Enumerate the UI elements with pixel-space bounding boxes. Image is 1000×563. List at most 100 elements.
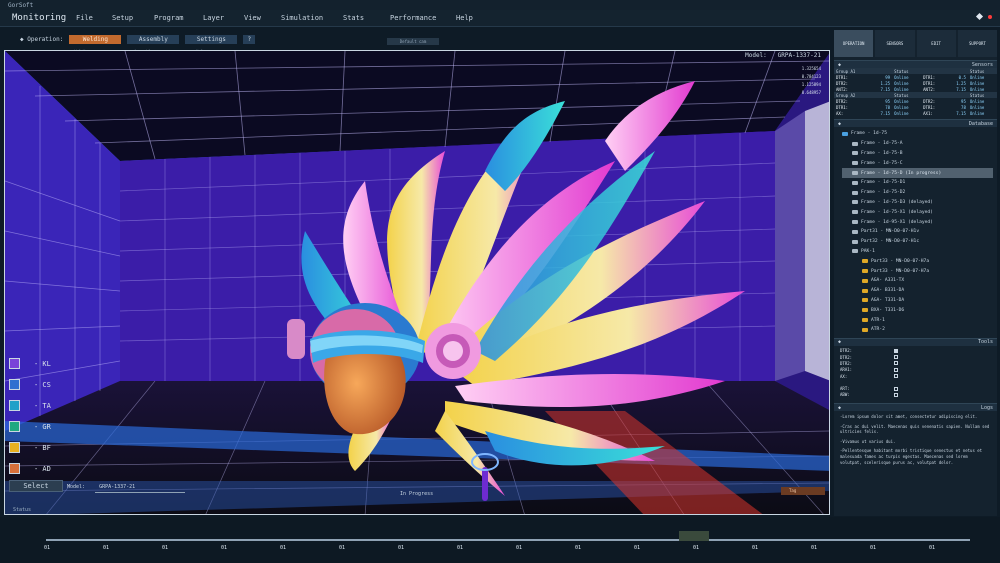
database-item[interactable]: BXA- T331-D6	[842, 305, 993, 315]
menu-stats[interactable]: Stats	[343, 14, 364, 22]
folder-icon	[852, 249, 858, 254]
database-item[interactable]: Frame - 1d-75-B	[842, 149, 993, 159]
database-item[interactable]: ATR-1	[842, 315, 993, 325]
tag-badge[interactable]: Tag	[781, 487, 825, 495]
database-item[interactable]: Frame - 1d-75-A	[842, 139, 993, 149]
menu-performance[interactable]: Performance	[390, 14, 436, 22]
database-item-label: Frame - 1d-75-A	[861, 141, 903, 147]
tool-checkbox[interactable]	[894, 367, 898, 372]
sensors-header[interactable]: ◆ Sensors	[834, 60, 997, 68]
database-item[interactable]: Frame - 1d-75-D2	[842, 188, 993, 198]
tools-header[interactable]: ◆ Tools	[834, 337, 997, 346]
database-item-label: Part31 - MN-D0-07-H1v	[861, 229, 920, 235]
legend-item[interactable]: - BF	[9, 437, 51, 458]
diamond-icon: ◆	[838, 339, 842, 346]
legend-item[interactable]: - TA	[9, 395, 51, 416]
tool-checkbox[interactable]	[894, 355, 898, 360]
database-item[interactable]: Part33 - MN-D0-07-H7a	[842, 266, 993, 276]
database-item[interactable]: Frame - 1d-75	[842, 129, 993, 139]
status-label: Status	[13, 507, 32, 513]
database-header[interactable]: ◆ Database	[834, 119, 997, 127]
app-window: GorSoft Monitoring File Setup Program La…	[0, 0, 1000, 563]
legend-item[interactable]: - GR	[9, 416, 51, 437]
settings-button[interactable]: Settings	[185, 34, 238, 44]
scene-render	[5, 51, 829, 514]
tab-support[interactable]: SUPPORT	[957, 30, 997, 57]
database-item[interactable]: Frame - 1d-75-C	[842, 158, 993, 168]
joystick-handle[interactable]	[482, 467, 488, 501]
model-field-underline	[95, 492, 185, 493]
folder-icon	[852, 229, 858, 234]
database-item[interactable]: Frame - 1d-75-D1	[842, 178, 993, 188]
database-title: Database	[968, 120, 993, 127]
tab-edit[interactable]: EDIT	[916, 30, 956, 57]
database-item[interactable]: Frame - 1d-75-D3 (delayed)	[842, 198, 993, 208]
tool-row: ABW:	[840, 392, 991, 398]
folder-icon	[852, 210, 858, 215]
menu-file[interactable]: File	[76, 14, 93, 22]
database-item[interactable]: Frame - 1d-75-X1 (delayed)	[842, 207, 993, 217]
tool-label: DTR2:	[840, 348, 853, 354]
menu-program[interactable]: Program	[154, 14, 184, 22]
select-button[interactable]: Select	[9, 480, 63, 492]
tools-title: Tools	[977, 339, 993, 346]
welding-button[interactable]: Welding	[69, 34, 122, 44]
database-item[interactable]: Part33 - MN-D0-07-H7a	[842, 256, 993, 266]
help-button[interactable]: ?	[243, 34, 256, 44]
menu-layer[interactable]: Layer	[203, 14, 224, 22]
tools-list: DTR2: DTR2: DTR2: ARA1: AX: ART: ABW:	[834, 346, 997, 400]
menu-setup[interactable]: Setup	[112, 14, 133, 22]
readout-value: 1.125894	[801, 82, 821, 87]
readout-value: 0.784123	[801, 74, 821, 79]
tool-checkbox[interactable]	[894, 374, 898, 379]
menu-help[interactable]: Help	[456, 14, 473, 22]
timeline-track[interactable]	[46, 539, 970, 541]
timeline-tick-label: 01	[339, 545, 346, 551]
database-item[interactable]: ATR-2	[842, 325, 993, 335]
title-bar: GorSoft	[0, 0, 1000, 10]
database-item[interactable]: AGA- A331-TX	[842, 276, 993, 286]
timeline-tick-label: 01	[103, 545, 110, 551]
assembly-button[interactable]: Assembly	[127, 34, 180, 44]
legend-swatch	[9, 358, 20, 369]
database-item[interactable]: Frame - 1d-95-X1 (delayed)	[842, 217, 993, 227]
database-item-label: PAK-1	[861, 248, 875, 254]
database-item-label: ATR-2	[871, 327, 885, 333]
database-item-label: Frame - 1d-75-X1 (delayed)	[861, 209, 933, 215]
color-legend: - KL - CS - TA - GR - BF - AD	[9, 353, 51, 479]
folder-icon	[852, 239, 858, 244]
tab-operation[interactable]: OPERATION	[834, 30, 874, 57]
database-item-label: Part33 - MN-D0-07-H7a	[871, 258, 930, 264]
menu-view[interactable]: View	[244, 14, 261, 22]
close-icon[interactable]	[988, 14, 992, 19]
tool-checkbox[interactable]	[894, 392, 898, 397]
legend-item[interactable]: - AD	[9, 458, 51, 479]
logs-header[interactable]: ◆ Logs	[834, 403, 997, 412]
folder-icon	[862, 308, 868, 313]
restore-icon[interactable]	[975, 12, 984, 21]
database-item[interactable]: PAK-1	[842, 247, 993, 257]
joystick-ring[interactable]	[471, 453, 499, 471]
tool-checkbox[interactable]	[894, 361, 898, 366]
tool-checkbox[interactable]	[894, 348, 898, 353]
operation-label: ◆ Operation:	[20, 35, 64, 43]
legend-swatch	[9, 442, 20, 453]
database-item[interactable]: AGA- T331-DA	[842, 296, 993, 306]
timeline-scrubber[interactable]	[679, 531, 709, 541]
tab-sensors[interactable]: SENSORS	[875, 30, 915, 57]
tool-checkbox[interactable]	[894, 386, 898, 391]
legend-item[interactable]: - CS	[9, 374, 51, 395]
database-item[interactable]: Part31 - MN-D0-07-H1v	[842, 227, 993, 237]
log-entry: -Lorem ipsum dolor sit amet, consectetur…	[840, 414, 978, 420]
database-item[interactable]: Frame - 1d-75-D (In progress)	[842, 168, 993, 178]
default-cam-button[interactable]: Default cam	[387, 38, 439, 45]
database-item[interactable]: Part32 - MN-D0-07-H1c	[842, 237, 993, 247]
folder-icon	[862, 278, 868, 283]
3d-viewport[interactable]: Model: GRPA-1337-21 1.325654 0.784123 1.…	[4, 50, 830, 515]
legend-item[interactable]: - KL	[9, 353, 51, 374]
database-item-label: Frame - 1d-75-C	[861, 160, 903, 166]
database-item[interactable]: AGA- B331-DA	[842, 286, 993, 296]
side-panel: OPERATION SENSORS EDIT SUPPORT ◆ Sensors …	[834, 30, 997, 516]
database-item-label: Frame - 1d-75-D1	[861, 180, 906, 186]
menu-simulation[interactable]: Simulation	[281, 14, 323, 22]
